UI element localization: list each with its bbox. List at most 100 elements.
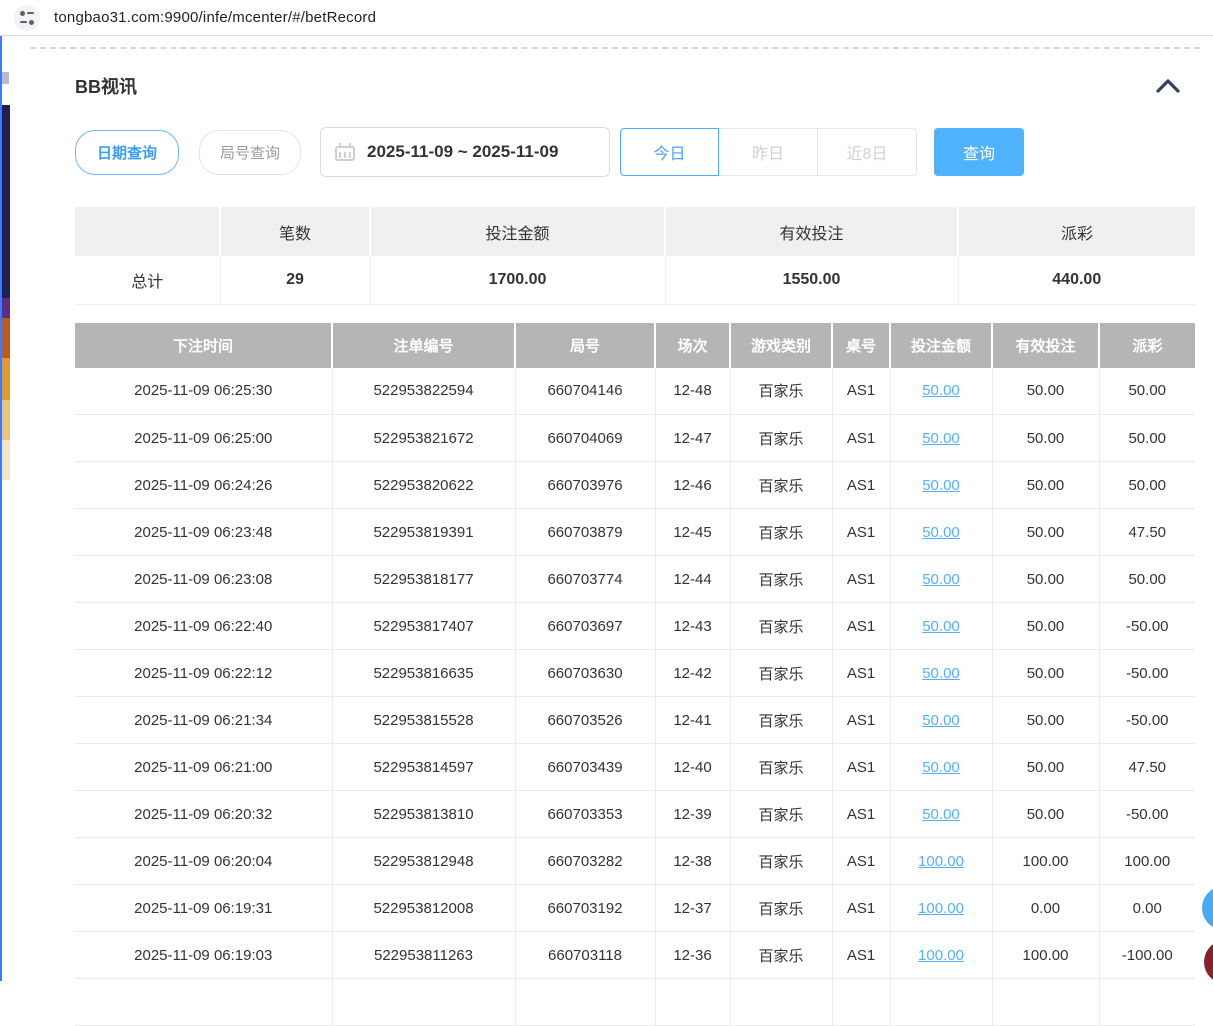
summary-col-blank bbox=[75, 207, 220, 256]
cell-table-no: AS1 bbox=[832, 697, 890, 744]
bet-amount-link[interactable]: 50.00 bbox=[922, 712, 960, 729]
bet-amount-link[interactable]: 50.00 bbox=[922, 806, 960, 823]
cell-round: 660703192 bbox=[515, 885, 655, 932]
cell-session: 12-48 bbox=[655, 368, 730, 415]
cell-bet-id: 522953812948 bbox=[332, 838, 515, 885]
page-title: BB视讯 bbox=[75, 73, 137, 99]
cell-game: 百家乐 bbox=[730, 556, 832, 603]
cell-valid-bet: 50.00 bbox=[992, 650, 1099, 697]
cell-bet-amount: 100.00 bbox=[890, 838, 992, 885]
cell-time: 2025-11-09 06:25:00 bbox=[75, 415, 332, 462]
cell-bet-amount: 50.00 bbox=[890, 603, 992, 650]
col-bet-time: 下注时间 bbox=[75, 323, 332, 368]
cell-payout: 100.00 bbox=[1099, 838, 1195, 885]
cell-table-no: AS1 bbox=[832, 744, 890, 791]
cell-bet-id: 522953820622 bbox=[332, 462, 515, 509]
cell-game: 百家乐 bbox=[730, 697, 832, 744]
url-text[interactable]: tongbao31.com:9900/infe/mcenter/#/betRec… bbox=[54, 9, 376, 26]
cell-round: 660703526 bbox=[515, 697, 655, 744]
cell-bet-amount: 50.00 bbox=[890, 556, 992, 603]
site-settings-icon[interactable] bbox=[14, 5, 40, 31]
col-payout: 派彩 bbox=[1099, 323, 1195, 368]
calendar-icon bbox=[335, 143, 355, 161]
cell-round: 660703879 bbox=[515, 509, 655, 556]
cell-round: 660703697 bbox=[515, 603, 655, 650]
summary-col-valid-bet: 有效投注 bbox=[665, 207, 958, 256]
date-query-tab[interactable]: 日期查询 bbox=[75, 130, 179, 175]
cell-time: 2025-11-09 06:25:30 bbox=[75, 368, 332, 415]
cell-valid-bet: 0.00 bbox=[992, 885, 1099, 932]
record-row-clipped bbox=[75, 979, 1195, 1026]
bet-amount-link[interactable]: 50.00 bbox=[922, 759, 960, 776]
col-bet-id: 注单编号 bbox=[332, 323, 515, 368]
cell-bet-amount: 100.00 bbox=[890, 885, 992, 932]
cell-bet-amount: 100.00 bbox=[890, 932, 992, 979]
cell-game: 百家乐 bbox=[730, 744, 832, 791]
bet-amount-link[interactable]: 100.00 bbox=[918, 900, 964, 917]
cell-payout: 47.50 bbox=[1099, 509, 1195, 556]
cell-time: 2025-11-09 06:20:32 bbox=[75, 791, 332, 838]
record-row: 2025-11-09 06:22:12522953816635660703630… bbox=[75, 650, 1195, 697]
chevron-up-icon bbox=[1154, 77, 1182, 95]
bet-amount-link[interactable]: 50.00 bbox=[922, 430, 960, 447]
cell-table-no: AS1 bbox=[832, 885, 890, 932]
cell-valid-bet: 100.00 bbox=[992, 838, 1099, 885]
record-row: 2025-11-09 06:25:00522953821672660704069… bbox=[75, 415, 1195, 462]
col-game-type: 游戏类别 bbox=[730, 323, 832, 368]
cell-session: 12-38 bbox=[655, 838, 730, 885]
collapse-section-button[interactable] bbox=[1153, 74, 1183, 98]
last-8-days-button[interactable]: 近8日 bbox=[818, 128, 917, 176]
search-button[interactable]: 查询 bbox=[934, 128, 1024, 176]
date-range-picker[interactable]: 2025-11-09 ~ 2025-11-09 bbox=[320, 127, 610, 177]
today-button[interactable]: 今日 bbox=[620, 128, 719, 176]
cell-time: 2025-11-09 06:22:12 bbox=[75, 650, 332, 697]
cell-round: 660703118 bbox=[515, 932, 655, 979]
summary-table: 笔数 投注金额 有效投注 派彩 总计 29 1700.00 1550.00 44… bbox=[75, 207, 1195, 305]
yesterday-button[interactable]: 昨日 bbox=[719, 128, 818, 176]
bet-amount-link[interactable]: 100.00 bbox=[918, 853, 964, 870]
cell-session: 12-44 bbox=[655, 556, 730, 603]
bet-records-table: 下注时间 注单编号 局号 场次 游戏类别 桌号 投注金额 有效投注 派彩 202… bbox=[75, 323, 1195, 1026]
cell-table-no: AS1 bbox=[832, 462, 890, 509]
cell-bet-id: 522953816635 bbox=[332, 650, 515, 697]
cell-payout: 47.50 bbox=[1099, 744, 1195, 791]
cell-game: 百家乐 bbox=[730, 368, 832, 415]
bet-amount-link[interactable]: 100.00 bbox=[918, 947, 964, 964]
cell-round: 660703774 bbox=[515, 556, 655, 603]
cell-valid-bet: 50.00 bbox=[992, 556, 1099, 603]
cell-table-no: AS1 bbox=[832, 368, 890, 415]
summary-total-row: 总计 29 1700.00 1550.00 440.00 bbox=[75, 256, 1195, 304]
summary-header-row: 笔数 投注金额 有效投注 派彩 bbox=[75, 207, 1195, 256]
browser-url-bar: tongbao31.com:9900/infe/mcenter/#/betRec… bbox=[0, 0, 1213, 36]
cell-session: 12-45 bbox=[655, 509, 730, 556]
cell-round: 660703353 bbox=[515, 791, 655, 838]
cell-round: 660703439 bbox=[515, 744, 655, 791]
cell-valid-bet: 50.00 bbox=[992, 415, 1099, 462]
cell-table-no: AS1 bbox=[832, 415, 890, 462]
summary-total-valid-bet: 1550.00 bbox=[665, 256, 958, 304]
bet-amount-link[interactable]: 50.00 bbox=[922, 382, 960, 399]
bet-amount-link[interactable]: 50.00 bbox=[922, 665, 960, 682]
record-row: 2025-11-09 06:19:31522953812008660703192… bbox=[75, 885, 1195, 932]
record-row: 2025-11-09 06:20:04522953812948660703282… bbox=[75, 838, 1195, 885]
cell-valid-bet: 50.00 bbox=[992, 462, 1099, 509]
bet-amount-link[interactable]: 50.00 bbox=[922, 571, 960, 588]
cell-round: 660704146 bbox=[515, 368, 655, 415]
record-row: 2025-11-09 06:23:08522953818177660703774… bbox=[75, 556, 1195, 603]
cell-valid-bet: 50.00 bbox=[992, 697, 1099, 744]
summary-col-count: 笔数 bbox=[220, 207, 370, 256]
cell-payout: 50.00 bbox=[1099, 462, 1195, 509]
cell-game: 百家乐 bbox=[730, 932, 832, 979]
cell-time: 2025-11-09 06:21:00 bbox=[75, 744, 332, 791]
cell-table-no: AS1 bbox=[832, 603, 890, 650]
record-row: 2025-11-09 06:24:26522953820622660703976… bbox=[75, 462, 1195, 509]
cell-bet-amount: 50.00 bbox=[890, 650, 992, 697]
bet-amount-link[interactable]: 50.00 bbox=[922, 618, 960, 635]
bet-amount-link[interactable]: 50.00 bbox=[922, 524, 960, 541]
record-row: 2025-11-09 06:22:40522953817407660703697… bbox=[75, 603, 1195, 650]
cell-session: 12-39 bbox=[655, 791, 730, 838]
round-query-tab[interactable]: 局号查询 bbox=[199, 130, 301, 175]
col-bet-amount: 投注金额 bbox=[890, 323, 992, 368]
bet-amount-link[interactable]: 50.00 bbox=[922, 477, 960, 494]
cell-payout: 0.00 bbox=[1099, 885, 1195, 932]
